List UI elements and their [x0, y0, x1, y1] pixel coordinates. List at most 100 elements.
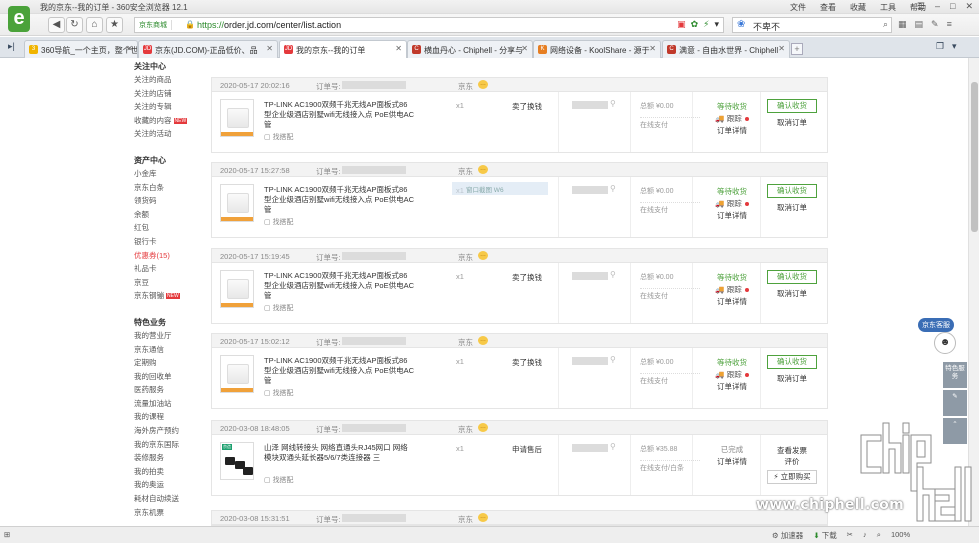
- sidebar-item[interactable]: 我的营业厅: [134, 329, 204, 343]
- sell-link[interactable]: 卖了换钱: [512, 101, 542, 112]
- cancel-order-link[interactable]: 取消订单: [767, 288, 817, 299]
- review-link[interactable]: 评价: [767, 456, 817, 467]
- chat-icon[interactable]: …: [478, 80, 488, 89]
- chat-icon[interactable]: …: [478, 165, 488, 174]
- find-match-link[interactable]: ▢ 找搭配: [264, 388, 294, 398]
- tab-menu-icon[interactable]: ▾: [952, 41, 957, 52]
- track-link[interactable]: 🚚 跟踪: [707, 198, 757, 209]
- skin-icon[interactable]: ☰: [917, 1, 925, 12]
- sidebar-item-coupons[interactable]: 优惠券(15): [134, 249, 204, 263]
- sidebar-item[interactable]: 我的回收单: [134, 370, 204, 384]
- refresh-button[interactable]: ↻: [66, 17, 83, 33]
- close-tab-icon[interactable]: ✕: [266, 44, 273, 53]
- sidebar-item[interactable]: 关注的店铺: [134, 87, 204, 101]
- order-detail-link[interactable]: 订单详情: [707, 210, 757, 221]
- confirm-receipt-button[interactable]: 确认收货: [767, 270, 817, 284]
- track-link[interactable]: 🚚 跟踪: [707, 113, 757, 124]
- sidebar-item[interactable]: 关注的商品: [134, 73, 204, 87]
- status-left-icon[interactable]: ⊞: [4, 530, 10, 539]
- sidebar-item[interactable]: 礼品卡: [134, 262, 204, 276]
- sidebar-item[interactable]: 关注的活动: [134, 127, 204, 141]
- shop-name[interactable]: 京东: [458, 337, 473, 348]
- sidebar-item[interactable]: 京东通信: [134, 343, 204, 357]
- sidebar-toggle-icon[interactable]: ▸|: [8, 41, 15, 52]
- close-tab-icon[interactable]: ✕: [649, 44, 656, 53]
- screenshot-icon[interactable]: ✂: [847, 530, 853, 541]
- sidebar-item[interactable]: 我的京东国际: [134, 438, 204, 452]
- sidebar-item[interactable]: 领货码: [134, 194, 204, 208]
- view-invoice-link[interactable]: 查看发票: [767, 445, 817, 456]
- sidebar-item[interactable]: 医药服务: [134, 383, 204, 397]
- notes-icon[interactable]: ✎: [931, 19, 939, 30]
- sidebar-item[interactable]: 流量加油站: [134, 397, 204, 411]
- tab-chiphell[interactable]: C 横血丹心 - Chiphell - 分享与 ✕: [407, 40, 533, 58]
- sound-icon[interactable]: ♪: [863, 530, 867, 541]
- tab-jd-home[interactable]: JD 京东(JD.COM)-正品低价、品 ✕: [138, 40, 278, 58]
- buy-again-button[interactable]: ⚡ 立即购买: [767, 470, 817, 484]
- menu-favorites[interactable]: 收藏: [850, 2, 866, 13]
- sidebar-item[interactable]: 银行卡: [134, 235, 204, 249]
- tab-chiphell-2[interactable]: C 满意 - 自由水世界 - Chiphell ✕: [662, 40, 790, 58]
- close-tab-icon[interactable]: ✕: [778, 44, 785, 53]
- product-image[interactable]: [220, 184, 254, 222]
- tab-list-icon[interactable]: ❐: [936, 41, 944, 52]
- shop-name[interactable]: 京东: [458, 514, 473, 525]
- sidebar-item[interactable]: 京豆: [134, 276, 204, 290]
- track-link[interactable]: 🚚 跟踪: [707, 369, 757, 380]
- favorite-star-button[interactable]: ★: [106, 17, 123, 33]
- product-image[interactable]: [220, 270, 254, 308]
- shop-name[interactable]: 京东: [458, 166, 473, 177]
- order-detail-link[interactable]: 订单详情: [707, 125, 757, 136]
- chevron-down-icon[interactable]: ▾: [714, 19, 719, 30]
- feedback-button[interactable]: ✎: [943, 390, 967, 416]
- close-icon[interactable]: ✕: [965, 1, 973, 12]
- new-tab-button[interactable]: +: [791, 43, 803, 55]
- product-name[interactable]: TP-LINK AC1900双频千兆无线AP面板式86型企业级酒店别墅wifi无…: [264, 185, 414, 215]
- search-icon[interactable]: ⌕: [883, 19, 888, 30]
- product-image[interactable]: 京造: [220, 442, 254, 480]
- product-image[interactable]: [220, 355, 254, 393]
- chat-icon[interactable]: …: [478, 423, 488, 432]
- order-detail-link[interactable]: 订单详情: [707, 456, 757, 467]
- chat-icon[interactable]: …: [478, 513, 488, 522]
- find-match-link[interactable]: ▢ 找搭配: [264, 475, 294, 485]
- minimize-icon[interactable]: –: [935, 1, 940, 12]
- sidebar-item[interactable]: 装修服务: [134, 451, 204, 465]
- sidebar-item[interactable]: 关注的专辑: [134, 100, 204, 114]
- lightning-icon[interactable]: ⚡: [703, 19, 709, 30]
- after-sales-link[interactable]: 申请售后: [512, 444, 542, 455]
- customer-service-bubble[interactable]: 京东客服: [918, 318, 954, 332]
- confirm-receipt-button[interactable]: 确认收货: [767, 355, 817, 369]
- accelerator-item[interactable]: ⚙ 加速器: [772, 530, 803, 541]
- menu-file[interactable]: 文件: [790, 2, 806, 13]
- find-match-link[interactable]: ▢ 找搭配: [264, 217, 294, 227]
- zoom-level[interactable]: 100%: [891, 530, 910, 541]
- sidebar-item[interactable]: 定期购: [134, 356, 204, 370]
- sidebar-item[interactable]: 收藏的内容 NEW: [134, 114, 204, 128]
- confirm-receipt-button[interactable]: 确认收货: [767, 184, 817, 198]
- shop-name[interactable]: 京东: [458, 424, 473, 435]
- scrollbar-thumb[interactable]: [971, 82, 978, 232]
- grid-icon[interactable]: ▤: [915, 19, 924, 30]
- extensions-icon[interactable]: ▦: [898, 19, 907, 30]
- menu-view[interactable]: 查看: [820, 2, 836, 13]
- sidebar-item[interactable]: 小金库: [134, 167, 204, 181]
- track-link[interactable]: 🚚 跟踪: [707, 284, 757, 295]
- customer-service-widget[interactable]: 京东客服 ☻: [918, 318, 962, 360]
- maximize-icon[interactable]: □: [950, 1, 955, 12]
- featured-service-button[interactable]: 特色服务: [943, 362, 967, 388]
- tab-koolshare[interactable]: K 网络设备 - KoolShare - 源于 ✕: [533, 40, 661, 58]
- sidebar-item[interactable]: 京东白条: [134, 181, 204, 195]
- address-bar[interactable]: 京东商城 🔒 https://order.jd.com/center/list.…: [134, 17, 724, 33]
- menu-tools[interactable]: 工具: [880, 2, 896, 13]
- close-tab-icon[interactable]: ✕: [126, 44, 133, 53]
- product-name[interactable]: TP-LINK AC1900双频千兆无线AP面板式86型企业级酒店别墅wifi无…: [264, 356, 414, 386]
- sell-link[interactable]: 卖了换钱: [512, 357, 542, 368]
- sidebar-item[interactable]: 我的拍卖: [134, 465, 204, 479]
- shop-name[interactable]: 京东: [458, 252, 473, 263]
- chat-icon[interactable]: …: [478, 251, 488, 260]
- jd-icon[interactable]: ▣: [677, 19, 686, 30]
- sidebar-item[interactable]: 京东钢镚 NEW: [134, 289, 204, 303]
- cancel-order-link[interactable]: 取消订单: [767, 202, 817, 213]
- cancel-order-link[interactable]: 取消订单: [767, 373, 817, 384]
